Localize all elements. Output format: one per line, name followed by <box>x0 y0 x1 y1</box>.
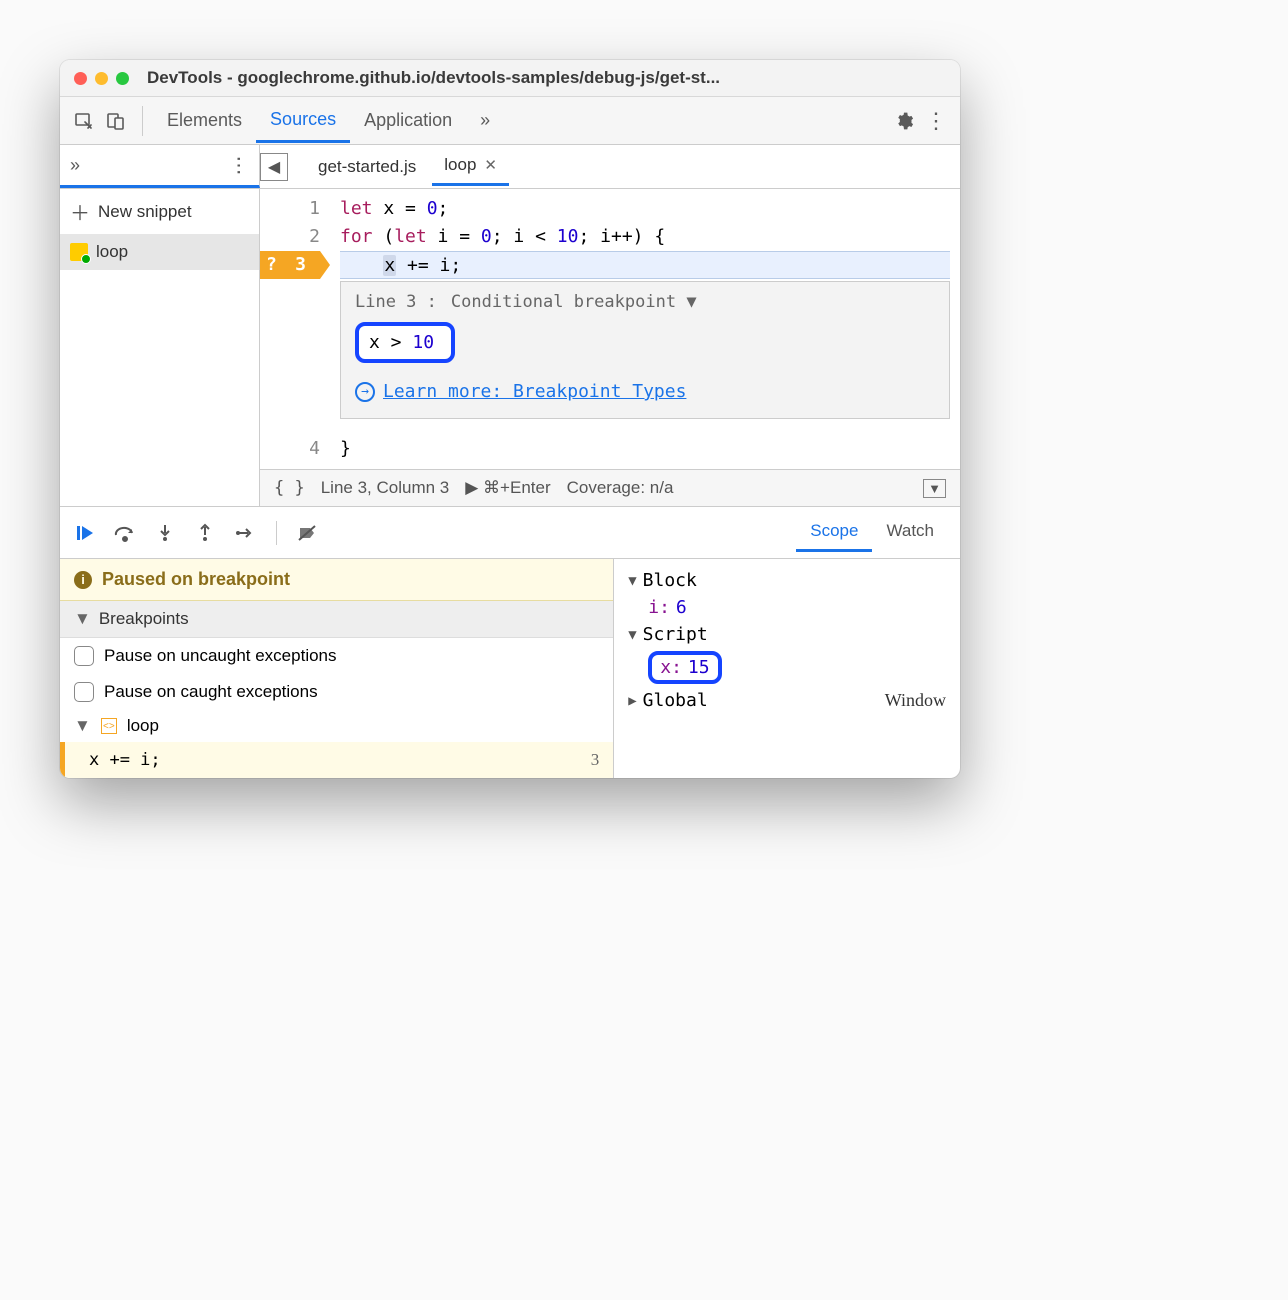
pretty-print-icon[interactable]: { } <box>274 478 305 498</box>
scope-var-x: x: 15 <box>614 648 960 687</box>
editor-statusbar: { } Line 3, Column 3 ▶ ⌘+Enter Coverage:… <box>260 469 960 506</box>
deactivate-breakpoints-icon[interactable] <box>295 520 321 546</box>
code-line-active[interactable]: x += i; <box>340 251 950 279</box>
snippet-icon <box>70 243 88 261</box>
scope-script-header[interactable]: ▼Script <box>614 621 960 648</box>
navigator-menu-icon[interactable]: ⋯ <box>227 155 252 175</box>
line-number-breakpoint[interactable]: 3 <box>260 251 320 279</box>
file-tab-label: get-started.js <box>318 157 416 177</box>
scope-block-header[interactable]: ▼Block <box>614 567 960 594</box>
tabs-overflow[interactable]: » <box>466 100 504 141</box>
chevron-right-icon: ▶ <box>628 693 636 709</box>
learn-more-link[interactable]: Learn more: Breakpoint Types <box>383 381 686 402</box>
chevron-down-icon: ▼ <box>628 627 636 643</box>
window-title: DevTools - googlechrome.github.io/devtoo… <box>147 68 720 88</box>
cursor-position: Line 3, Column 3 <box>321 478 450 498</box>
step-into-icon[interactable] <box>152 520 178 546</box>
gear-icon[interactable] <box>888 105 920 137</box>
debugger-toolbar: Scope Watch <box>60 506 960 559</box>
breakpoint-entry[interactable]: x += i; 3 <box>60 742 613 778</box>
code-line[interactable]: let x = 0; <box>340 195 950 223</box>
maximize-window-icon[interactable] <box>116 72 129 85</box>
breakpoint-editor: Line 3 : Conditional breakpoint ▼ x > 10… <box>340 281 950 419</box>
pause-uncaught-row[interactable]: Pause on uncaught exceptions <box>60 638 613 674</box>
tab-application[interactable]: Application <box>350 100 466 141</box>
step-over-icon[interactable] <box>112 520 138 546</box>
scope-var-i: i: 6 <box>614 594 960 621</box>
minimize-window-icon[interactable] <box>95 72 108 85</box>
tab-elements[interactable]: Elements <box>153 100 256 141</box>
navigator-overflow-icon[interactable]: » <box>70 155 80 176</box>
navigator-header: » ⋯ <box>60 145 260 188</box>
tab-scope[interactable]: Scope <box>796 513 872 552</box>
file-toolbar: » ⋯ ◀ get-started.js loop ✕ <box>60 145 960 189</box>
coverage-status: Coverage: n/a <box>567 478 674 498</box>
chevron-down-icon: ▼ <box>628 573 636 589</box>
run-hint: ▶ ⌘+Enter <box>465 478 550 498</box>
tab-sources[interactable]: Sources <box>256 99 350 143</box>
devtools-window: DevTools - googlechrome.github.io/devtoo… <box>60 60 960 778</box>
new-snippet-label: New snippet <box>98 202 192 222</box>
bp-condition-input[interactable]: x > 10 <box>355 322 455 363</box>
titlebar: DevTools - googlechrome.github.io/devtoo… <box>60 60 960 97</box>
bp-type-dropdown[interactable]: Conditional breakpoint ▼ <box>451 292 697 312</box>
debugger-left-pane: i Paused on breakpoint ▼ Breakpoints Pau… <box>60 559 614 778</box>
bp-line-label: Line 3 : <box>355 292 437 312</box>
plus-icon: ＋ <box>70 197 90 226</box>
line-number[interactable]: 4 <box>260 435 320 463</box>
code-line[interactable]: for (let i = 0; i < 10; i++) { <box>340 223 950 251</box>
close-window-icon[interactable] <box>74 72 87 85</box>
breakpoint-source-row[interactable]: ▼ <> loop <box>60 710 613 742</box>
line-number[interactable]: 1 <box>260 195 320 223</box>
step-out-icon[interactable] <box>192 520 218 546</box>
file-tab-label: loop <box>444 155 476 175</box>
navigate-back-icon[interactable]: ◀ <box>260 153 288 181</box>
resume-icon[interactable] <box>72 520 98 546</box>
code-line[interactable]: } <box>340 435 950 463</box>
kebab-menu-icon[interactable]: ⋮ <box>920 105 952 137</box>
sidebar-item-loop[interactable]: loop <box>60 234 259 270</box>
chevron-down-icon: ▼ <box>74 716 91 736</box>
checkbox-unchecked-icon[interactable] <box>74 682 94 702</box>
scope-pane: ▼Block i: 6 ▼Script x: 15 ▶GlobalWindow <box>614 559 960 778</box>
new-snippet-button[interactable]: ＋ New snippet <box>60 189 259 234</box>
inspect-icon[interactable] <box>68 105 100 137</box>
scope-global-header[interactable]: ▶GlobalWindow <box>614 687 960 714</box>
breakpoint-line-number: 3 <box>591 750 600 770</box>
line-number[interactable]: 2 <box>260 223 320 251</box>
main-tabbar: Elements Sources Application » ⋮ <box>60 97 960 145</box>
sidebar-item-label: loop <box>96 242 128 262</box>
code-editor: 1 2 3 let x = 0; for (let i = 0; i < 10;… <box>260 189 960 506</box>
pause-caught-row[interactable]: Pause on caught exceptions <box>60 674 613 710</box>
chevron-down-icon: ▼ <box>686 292 696 312</box>
snippet-small-icon: <> <box>101 718 117 734</box>
paused-banner: i Paused on breakpoint <box>60 559 613 601</box>
file-tab-loop[interactable]: loop ✕ <box>432 147 509 186</box>
chevron-down-icon: ▼ <box>74 609 91 629</box>
arrow-right-circle-icon: → <box>355 382 375 402</box>
info-icon: i <box>74 571 92 589</box>
checkbox-unchecked-icon[interactable] <box>74 646 94 666</box>
gutter[interactable]: 1 2 3 <box>260 189 330 429</box>
step-icon[interactable] <box>232 520 258 546</box>
breakpoints-section-header[interactable]: ▼ Breakpoints <box>60 601 613 638</box>
tab-watch[interactable]: Watch <box>872 513 948 552</box>
snippets-sidebar: ＋ New snippet loop <box>60 189 260 506</box>
close-tab-icon[interactable]: ✕ <box>484 156 497 174</box>
file-tab-getstarted[interactable]: get-started.js <box>306 149 428 185</box>
device-icon[interactable] <box>100 105 132 137</box>
drawer-toggle-icon[interactable]: ▼ <box>923 479 946 498</box>
